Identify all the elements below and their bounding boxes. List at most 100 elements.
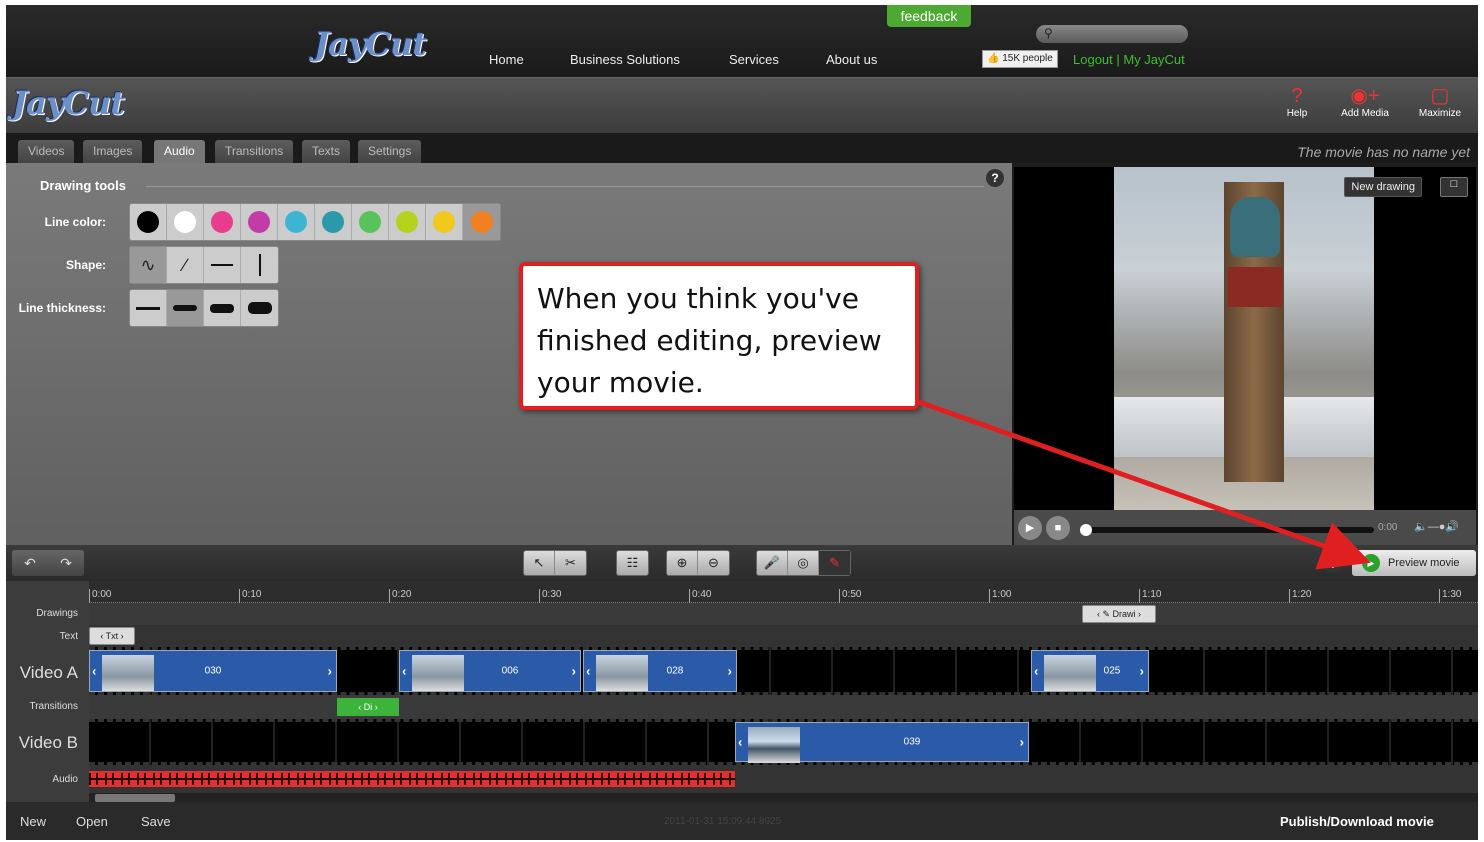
color-swatch[interactable] xyxy=(352,204,389,240)
zoom-tools: ⊕ ⊖ xyxy=(666,550,730,576)
drawing-clip[interactable]: ‹ ✎ Drawi › xyxy=(1082,605,1156,623)
mixer-tools: ☷ xyxy=(616,550,649,576)
stop-icon[interactable]: ■ xyxy=(1046,516,1070,540)
color-swatch[interactable] xyxy=(204,204,241,240)
publish-download-button[interactable]: Publish/Download movie xyxy=(1280,814,1434,829)
webcam-icon[interactable]: ◎ xyxy=(788,551,819,575)
add-media-label: Add Media xyxy=(1341,108,1389,119)
shape-label: Shape: xyxy=(65,258,106,272)
app-frame: JayCut Home Business Solutions Services … xyxy=(6,5,1478,840)
maximize-label: Maximize xyxy=(1418,108,1462,119)
open-button[interactable]: Open xyxy=(76,814,108,829)
tab-settings[interactable]: Settings xyxy=(358,140,422,163)
nav-home[interactable]: Home xyxy=(489,52,524,67)
drawing-tool-icon[interactable]: ✎ xyxy=(819,551,850,575)
transition-clip[interactable]: ‹ Di › xyxy=(337,698,399,716)
video-a-clip[interactable]: ‹ 006 › xyxy=(399,650,581,692)
video-b-track: ‹ 039 › xyxy=(89,719,1478,765)
play-icon[interactable]: ▶ xyxy=(1018,516,1042,540)
question-icon: ? xyxy=(1291,85,1303,107)
audio-clip[interactable] xyxy=(89,771,735,787)
tab-videos[interactable]: Videos xyxy=(18,140,75,163)
transitions-track: ‹ Di › xyxy=(89,695,1478,719)
color-swatch[interactable] xyxy=(278,204,315,240)
text-clip[interactable]: ‹ Txt › xyxy=(89,627,135,645)
timeline-toolbar: ↶ ↷ ↖ ✂ ☷ ⊕ ⊖ 🎤 ◎ ✎ ? ▶ Preview movie xyxy=(6,545,1478,581)
thickness-thickest-option[interactable] xyxy=(241,290,278,326)
color-dot xyxy=(137,211,159,233)
preview-window[interactable]: New drawing □ xyxy=(1014,167,1476,510)
nav-business-solutions[interactable]: Business Solutions xyxy=(570,52,680,67)
video-a-clip[interactable]: ‹ 030 › xyxy=(89,650,337,692)
color-dot xyxy=(322,211,344,233)
panel-heading: Drawing tools xyxy=(40,178,126,193)
scrollbar-thumb[interactable] xyxy=(95,794,175,802)
add-media-button[interactable]: ◉+ Add Media xyxy=(1337,84,1393,119)
color-swatch[interactable] xyxy=(167,204,204,240)
color-swatch[interactable] xyxy=(463,204,500,240)
select-tool-icon[interactable]: ↖ xyxy=(524,551,555,575)
nav-about-us[interactable]: About us xyxy=(826,52,877,67)
split-tool-icon[interactable]: ✂ xyxy=(555,551,586,575)
search-icon: ⚲ xyxy=(1044,26,1053,40)
fullscreen-icon[interactable]: □ xyxy=(1440,177,1468,197)
color-swatch[interactable] xyxy=(389,204,426,240)
video-a-track: ‹ 030 › ‹ 006 › ‹ 028 › ‹ 025 › xyxy=(89,647,1478,695)
audio-track xyxy=(89,765,1478,793)
movie-title[interactable]: The movie has no name yet xyxy=(1297,144,1470,160)
save-timestamp: 2011-01-31 15:09:44 8925 xyxy=(664,816,782,827)
nav-services[interactable]: Services xyxy=(729,52,779,67)
zoom-out-icon[interactable]: ⊖ xyxy=(698,551,729,575)
tab-texts[interactable]: Texts xyxy=(302,140,351,163)
preview-movie-button[interactable]: ▶ Preview movie xyxy=(1352,550,1476,576)
tab-images[interactable]: Images xyxy=(83,140,143,163)
new-drawing-button[interactable]: New drawing xyxy=(1344,177,1422,197)
feedback-button[interactable]: feedback xyxy=(887,5,971,27)
site-search-input[interactable]: ⚲ xyxy=(1036,25,1188,43)
video-a-clip[interactable]: ‹ 028 › xyxy=(583,650,737,692)
volume-slider[interactable]: 🔈—●🔊 xyxy=(1414,520,1459,533)
like-button[interactable]: 👍 15K people xyxy=(982,50,1058,68)
media-tabs: Videos Images Audio Transitions Texts Se… xyxy=(6,133,1478,163)
new-button[interactable]: New xyxy=(20,814,46,829)
video-a-clip[interactable]: ‹ 025 › xyxy=(1031,650,1149,692)
toolbar-help-icon[interactable]: ? xyxy=(1324,555,1342,573)
thumbs-up-icon: 👍 xyxy=(987,53,1000,64)
logout-link[interactable]: Logout | My JayCut xyxy=(1073,52,1185,67)
vertical-line-shape-icon[interactable] xyxy=(241,247,278,283)
horizontal-line-shape-icon[interactable] xyxy=(204,247,241,283)
mixer-icon[interactable]: ☷ xyxy=(617,551,648,575)
tab-audio[interactable]: Audio xyxy=(154,140,205,163)
thickness-thin-option[interactable] xyxy=(130,290,167,326)
site-logo[interactable]: JayCut xyxy=(314,25,427,63)
video-b-clip[interactable]: ‹ 039 › xyxy=(735,722,1029,763)
site-header: JayCut Home Business Solutions Services … xyxy=(6,5,1478,77)
color-swatch[interactable] xyxy=(241,204,278,240)
ruler-tick: 0:50 xyxy=(839,589,861,603)
line-color-label: Line color: xyxy=(44,215,106,229)
play-icon: ▶ xyxy=(1362,554,1380,572)
maximize-button[interactable]: ▢ Maximize xyxy=(1412,84,1468,119)
color-swatch[interactable] xyxy=(130,204,167,240)
save-button[interactable]: Save xyxy=(141,814,171,829)
panel-help-icon[interactable]: ? xyxy=(986,169,1004,187)
tab-transitions[interactable]: Transitions xyxy=(215,140,294,163)
zoom-in-icon[interactable]: ⊕ xyxy=(667,551,698,575)
color-swatch[interactable] xyxy=(426,204,463,240)
ruler-tick: 0:10 xyxy=(239,589,261,603)
freehand-shape-icon[interactable]: ∿ xyxy=(130,247,167,283)
redo-icon[interactable]: ↷ xyxy=(48,550,84,576)
track-label-audio: Audio xyxy=(52,774,78,785)
scrubber-handle[interactable] xyxy=(1080,524,1092,536)
microphone-icon[interactable]: 🎤 xyxy=(757,551,788,575)
color-dot xyxy=(285,211,307,233)
help-button[interactable]: ? Help xyxy=(1269,84,1325,119)
diagonal-line-shape-icon[interactable]: ∕ xyxy=(167,247,204,283)
undo-icon[interactable]: ↶ xyxy=(12,550,48,576)
thickness-thick-option[interactable] xyxy=(204,290,241,326)
color-swatch[interactable] xyxy=(315,204,352,240)
thickness-medium-option[interactable] xyxy=(167,290,204,326)
color-dot xyxy=(174,211,196,233)
time-ruler[interactable]: 0:00 0:10 0:20 0:30 0:40 0:50 1:00 1:10 1:20 1:30 xyxy=(89,581,1478,603)
playback-scrubber[interactable] xyxy=(1080,524,1374,536)
